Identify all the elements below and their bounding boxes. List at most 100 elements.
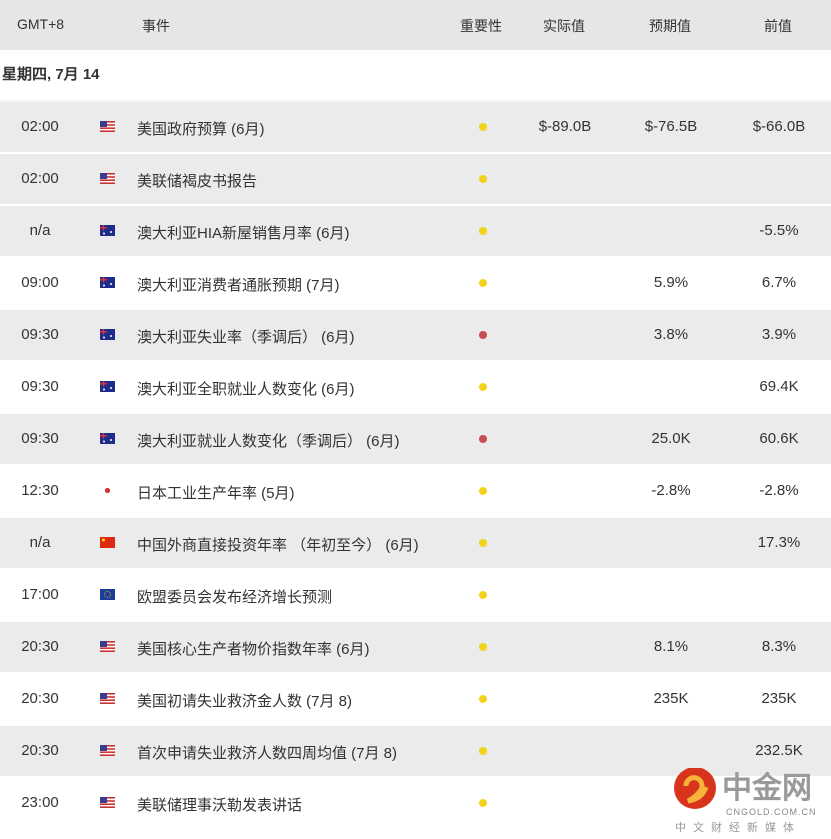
flag-us-icon: [100, 641, 115, 652]
flag-eu-icon: [100, 589, 115, 600]
event-name[interactable]: 澳大利亚就业人数变化（季调后） (6月): [137, 430, 400, 451]
event-row[interactable]: 09:30 澳大利亚就业人数变化（季调后） (6月) 25.0K 60.6K: [0, 414, 831, 466]
event-name[interactable]: 澳大利亚消费者通胀预期 (7月): [137, 274, 340, 295]
event-time: 23:00: [21, 794, 59, 811]
event-row[interactable]: n/a 中国外商直接投资年率 （年初至今） (6月) 17.3%: [0, 518, 831, 570]
event-name[interactable]: 美联储褐皮书报告: [137, 170, 257, 191]
previous-value: 6.7%: [761, 274, 797, 291]
flag-au-icon: [100, 381, 115, 392]
flag-us-icon: [100, 693, 115, 704]
forecast-value: $-76.5B: [644, 118, 698, 135]
svg-text:CNGOLD.COM.CN: CNGOLD.COM.CN: [726, 807, 817, 817]
header-actual: 实际值: [543, 18, 585, 34]
event-row[interactable]: 12:30 日本工业生产年率 (5月) -2.8% -2.8%: [0, 466, 831, 518]
event-name[interactable]: 澳大利亚失业率（季调后） (6月): [137, 326, 355, 347]
importance-low-icon: [479, 227, 487, 235]
flag-us-icon: [100, 797, 115, 808]
previous-value: 69.4K: [759, 378, 799, 395]
importance-low-icon: [479, 643, 487, 651]
event-time: n/a: [29, 534, 51, 551]
flag-jp-icon: [100, 485, 115, 496]
previous-value: $-66.0B: [752, 118, 806, 135]
header-importance: 重要性: [460, 18, 502, 34]
importance-low-icon: [479, 123, 487, 131]
header-timezone: GMT+8: [17, 16, 65, 32]
forecast-value: 235K: [653, 690, 689, 707]
flag-au-icon: [100, 433, 115, 444]
event-name[interactable]: 澳大利亚HIA新屋销售月率 (6月): [137, 222, 350, 243]
flag-cn-icon: [100, 537, 115, 548]
event-time: 09:30: [21, 326, 59, 343]
importance-high-icon: [479, 331, 487, 339]
forecast-value: 25.0K: [651, 430, 691, 447]
event-row[interactable]: 17:00 欧盟委员会发布经济增长预测: [0, 570, 831, 622]
previous-value: 3.9%: [761, 326, 797, 343]
event-name[interactable]: 首次申请失业救济人数四周均值 (7月 8): [137, 742, 397, 763]
importance-low-icon: [479, 799, 487, 807]
event-row[interactable]: 09:30 澳大利亚全职就业人数变化 (6月) 69.4K: [0, 362, 831, 414]
header-previous: 前值: [764, 18, 792, 34]
forecast-value: -2.8%: [651, 482, 691, 499]
event-row[interactable]: 02:00 美国政府预算 (6月) $-89.0B $-76.5B $-66.0…: [0, 102, 831, 154]
flag-au-icon: [100, 329, 115, 340]
previous-value: 60.6K: [759, 430, 799, 447]
event-list: 02:00 美国政府预算 (6月) $-89.0B $-76.5B $-66.0…: [0, 102, 831, 830]
importance-low-icon: [479, 487, 487, 495]
event-name[interactable]: 美国初请失业救济金人数 (7月 8): [137, 690, 352, 711]
previous-value: -2.8%: [759, 482, 799, 499]
watermark-logo: 中金网 CNGOLD.COM.CN 中文财经新媒体: [674, 768, 817, 833]
event-time: 20:30: [21, 690, 59, 707]
event-row[interactable]: 09:30 澳大利亚失业率（季调后） (6月) 3.8% 3.9%: [0, 310, 831, 362]
actual-value: $-89.0B: [538, 118, 592, 135]
event-row[interactable]: 20:30 美国初请失业救济金人数 (7月 8) 235K 235K: [0, 674, 831, 726]
flag-us-icon: [100, 745, 115, 756]
previous-value: 8.3%: [761, 638, 797, 655]
header-event: 事件: [142, 18, 170, 34]
importance-low-icon: [479, 747, 487, 755]
forecast-value: 8.1%: [653, 638, 689, 655]
event-row[interactable]: 02:00 美联储褐皮书报告: [0, 154, 831, 206]
event-time: 12:30: [21, 482, 59, 499]
event-time: 17:00: [21, 586, 59, 603]
importance-low-icon: [479, 175, 487, 183]
event-time: 20:30: [21, 742, 59, 759]
event-name[interactable]: 美联储理事沃勒发表讲话: [137, 794, 302, 815]
event-name[interactable]: 中国外商直接投资年率 （年初至今） (6月): [137, 534, 419, 555]
date-heading: 星期四, 7月 14: [0, 50, 831, 102]
svg-text:中金网: 中金网: [722, 771, 812, 806]
event-name[interactable]: 澳大利亚全职就业人数变化 (6月): [137, 378, 355, 399]
previous-value: 232.5K: [755, 742, 803, 759]
importance-low-icon: [479, 539, 487, 547]
event-row[interactable]: 09:00 澳大利亚消费者通胀预期 (7月) 5.9% 6.7%: [0, 258, 831, 310]
event-row[interactable]: 20:30 美国核心生产者物价指数年率 (6月) 8.1% 8.3%: [0, 622, 831, 674]
event-row[interactable]: n/a 澳大利亚HIA新屋销售月率 (6月) -5.5%: [0, 206, 831, 258]
event-time: 02:00: [21, 170, 59, 187]
previous-value: 235K: [761, 690, 797, 707]
header-forecast: 预期值: [649, 18, 691, 34]
importance-high-icon: [479, 435, 487, 443]
svg-text:中文财经新媒体: 中文财经新媒体: [675, 820, 801, 833]
previous-value: 17.3%: [757, 534, 801, 551]
event-time: 09:30: [21, 378, 59, 395]
importance-low-icon: [479, 695, 487, 703]
event-name[interactable]: 美国核心生产者物价指数年率 (6月): [137, 638, 370, 659]
flag-us-icon: [100, 121, 115, 132]
event-name[interactable]: 日本工业生产年率 (5月): [137, 482, 295, 503]
table-header: GMT+8 事件 重要性 实际值 预期值 前值: [0, 0, 831, 50]
flag-us-icon: [100, 173, 115, 184]
event-name[interactable]: 欧盟委员会发布经济增长预测: [137, 586, 332, 607]
event-time: n/a: [29, 222, 51, 239]
forecast-value: 5.9%: [653, 274, 689, 291]
forecast-value: 3.8%: [653, 326, 689, 343]
importance-low-icon: [479, 591, 487, 599]
event-time: 20:30: [21, 638, 59, 655]
flag-au-icon: [100, 225, 115, 236]
importance-low-icon: [479, 279, 487, 287]
event-time: 09:30: [21, 430, 59, 447]
previous-value: -5.5%: [759, 222, 799, 239]
event-name[interactable]: 美国政府预算 (6月): [137, 118, 265, 139]
flag-au-icon: [100, 277, 115, 288]
event-time: 09:00: [21, 274, 59, 291]
event-time: 02:00: [21, 118, 59, 135]
importance-low-icon: [479, 383, 487, 391]
